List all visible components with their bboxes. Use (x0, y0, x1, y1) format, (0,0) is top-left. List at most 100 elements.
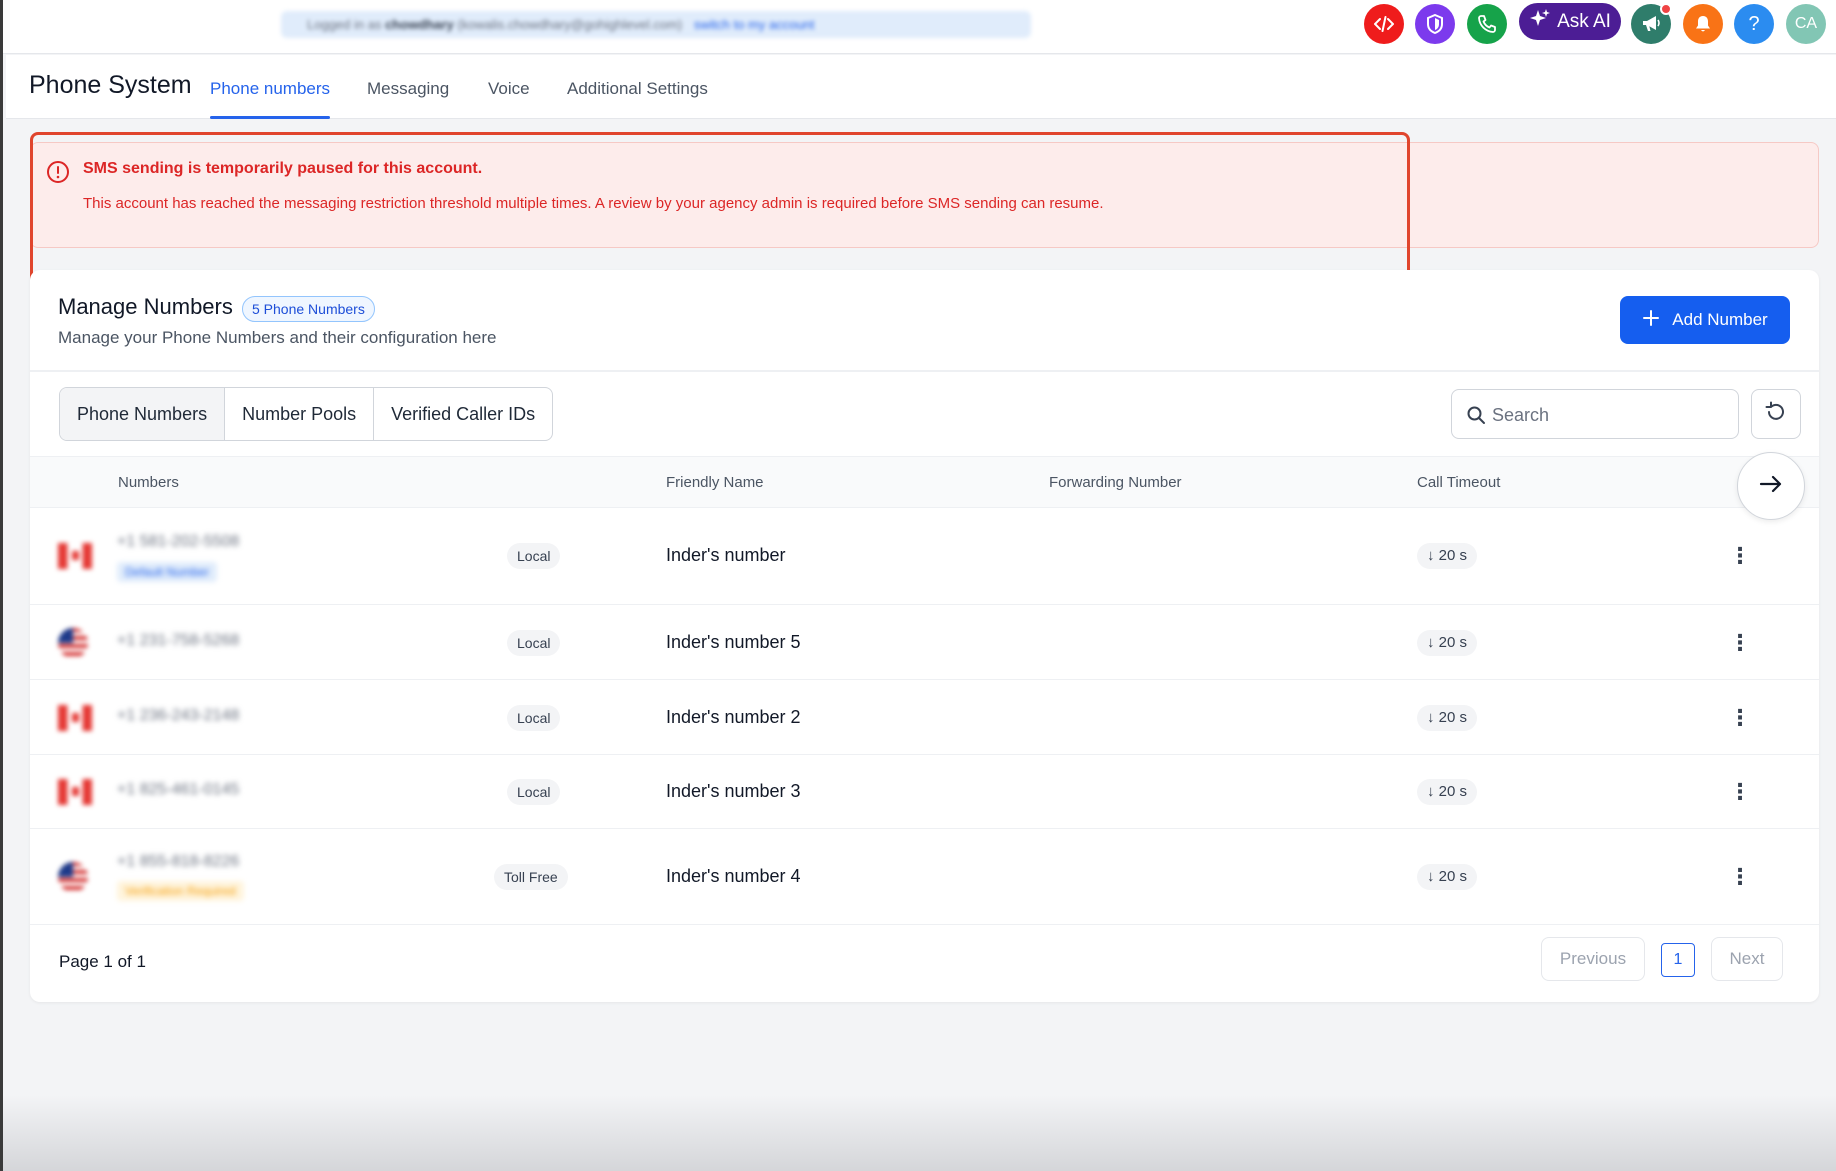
help-label: ? (1748, 12, 1760, 35)
phone-number: +1 855-818-8226 (117, 853, 240, 870)
friendly-name: Inder's number 4 (666, 866, 801, 886)
avatar[interactable]: CA (1786, 4, 1826, 44)
call-timeout-pill: ↓ 20 s (1417, 630, 1478, 656)
call-timeout-pill: ↓ 20 s (1417, 779, 1478, 805)
friendly-name: Inder's number 2 (666, 707, 801, 727)
phone-count-badge: 5 Phone Numbers (242, 296, 375, 322)
refresh-button[interactable] (1751, 389, 1801, 439)
add-number-button[interactable]: Add Number (1620, 296, 1790, 344)
ask-ai-label: Ask AI (1557, 10, 1611, 32)
us-flag-icon (58, 628, 88, 658)
call-timeout-value: 20 s (1438, 783, 1468, 800)
arrow-right-icon (1758, 471, 1784, 502)
manage-numbers-card: Manage Numbers 5 Phone Numbers Manage yo… (30, 270, 1819, 1002)
manage-numbers-title: Manage Numbers (58, 294, 233, 319)
table-header: Numbers Friendly Name Forwarding Number … (30, 456, 1819, 508)
tab-voice[interactable]: Voice (488, 79, 530, 119)
table-row[interactable]: +1 825-461-0145 Local Inder's number 3 ↓… (30, 755, 1819, 829)
table-row[interactable]: +1 855-818-8226 Verification Required To… (30, 829, 1819, 925)
call-timeout-pill: ↓ 20 s (1417, 705, 1478, 731)
bell-icon[interactable] (1683, 4, 1723, 44)
phone-number: +1 825-461-0145 (117, 781, 240, 798)
row-menu-icon[interactable]: ⋮ (1729, 705, 1751, 730)
page-info: Page 1 of 1 (59, 952, 146, 971)
alert-message: This account has reached the messaging r… (83, 195, 1104, 212)
verification-required-tag: Verification Required (117, 881, 244, 901)
phone-number: +1 581-202-5508 (117, 533, 240, 550)
ask-ai-button[interactable]: Ask AI (1519, 3, 1621, 40)
default-number-tag: Default Number (117, 562, 218, 582)
phone-number: +1 236-243-2148 (117, 707, 240, 724)
call-timeout-value: 20 s (1438, 634, 1468, 651)
row-menu-icon[interactable]: ⋮ (1729, 864, 1751, 889)
row-menu-icon[interactable]: ⋮ (1729, 543, 1751, 568)
help-icon[interactable]: ? (1734, 4, 1774, 44)
number-type-pill: Local (507, 779, 561, 805)
plus-icon (1642, 309, 1660, 332)
login-as-banner: Logged in as chowdhary (kowalis.chowdhar… (281, 11, 1031, 38)
tab-phone-numbers[interactable]: Phone numbers (210, 79, 331, 119)
number-type-pill: Local (507, 705, 561, 731)
segment-phone-numbers[interactable]: Phone Numbers (60, 388, 226, 440)
friendly-name: Inder's number (666, 545, 786, 565)
table-row[interactable]: +1 581-202-5508 Default Number Local Ind… (30, 508, 1819, 605)
add-number-label: Add Number (1672, 310, 1768, 329)
top-bar: Logged in as chowdhary (kowalis.chowdhar… (3, 0, 1836, 54)
sparkle-icon (1529, 8, 1551, 36)
code-icon[interactable] (1364, 4, 1404, 44)
call-timeout-pill: ↓ 20 s (1417, 864, 1478, 890)
arrow-down-icon: ↓ (1427, 634, 1435, 651)
login-user: chowdhary (385, 17, 454, 32)
call-timeout-value: 20 s (1438, 709, 1468, 726)
search-box (1451, 389, 1739, 439)
avatar-initials: CA (1794, 15, 1818, 32)
alert-title: SMS sending is temporarily paused for th… (83, 160, 483, 177)
tab-additional-settings[interactable]: Additional Settings (567, 79, 708, 119)
arrow-down-icon: ↓ (1427, 709, 1435, 726)
tab-messaging[interactable]: Messaging (367, 79, 449, 119)
row-menu-icon[interactable]: ⋮ (1729, 779, 1751, 804)
arrow-down-icon: ↓ (1427, 868, 1435, 885)
refresh-icon (1764, 400, 1788, 429)
previous-page-button[interactable]: Previous (1541, 937, 1645, 981)
friendly-name: Inder's number 5 (666, 632, 801, 652)
table-row[interactable]: +1 236-243-2148 Local Inder's number 2 ↓… (30, 680, 1819, 755)
phone-icon[interactable] (1467, 4, 1507, 44)
friendly-name: Inder's number 3 (666, 781, 801, 801)
column-forwarding-number[interactable]: Forwarding Number (1049, 474, 1182, 491)
sms-paused-alert: SMS sending is temporarily paused for th… (30, 142, 1819, 248)
row-menu-icon[interactable]: ⋮ (1729, 630, 1751, 655)
table-row[interactable]: +1 231-758-5268 Local Inder's number 5 ↓… (30, 605, 1819, 680)
arrow-down-icon: ↓ (1427, 547, 1435, 564)
canada-flag-icon (58, 543, 92, 569)
number-type-pill: Local (507, 543, 561, 569)
column-friendly-name[interactable]: Friendly Name (666, 474, 764, 491)
manage-numbers-subtitle: Manage your Phone Numbers and their conf… (58, 328, 497, 347)
phone-number: +1 231-758-5268 (117, 632, 240, 649)
page-number-button[interactable]: 1 (1661, 943, 1695, 977)
segment-number-pools[interactable]: Number Pools (225, 388, 375, 440)
shield-icon[interactable] (1415, 4, 1455, 44)
notification-dot (1660, 3, 1672, 15)
bottom-shade (3, 1095, 1836, 1171)
number-type-pill: Toll Free (494, 864, 568, 890)
call-timeout-value: 20 s (1438, 547, 1468, 564)
us-flag-icon (58, 862, 88, 892)
page-title: Phone System (29, 71, 192, 99)
number-type-segments: Phone Numbers Number Pools Verified Call… (59, 387, 554, 441)
column-call-timeout[interactable]: Call Timeout (1417, 474, 1500, 491)
call-timeout-value: 20 s (1438, 868, 1468, 885)
call-timeout-pill: ↓ 20 s (1417, 543, 1478, 569)
canada-flag-icon (58, 705, 92, 731)
search-input[interactable] (1492, 402, 1722, 428)
login-prefix: Logged in as (307, 17, 382, 32)
search-icon (1466, 405, 1486, 430)
arrow-down-icon: ↓ (1427, 783, 1435, 800)
segment-verified-caller-ids[interactable]: Verified Caller IDs (374, 388, 552, 440)
info-icon (46, 160, 70, 189)
page-header: Phone System Phone numbers Messaging Voi… (6, 55, 1836, 119)
number-type-pill: Local (507, 630, 561, 656)
column-numbers[interactable]: Numbers (118, 474, 179, 491)
next-page-button[interactable]: Next (1711, 937, 1783, 981)
switch-account-link[interactable]: switch to my account (694, 17, 815, 32)
